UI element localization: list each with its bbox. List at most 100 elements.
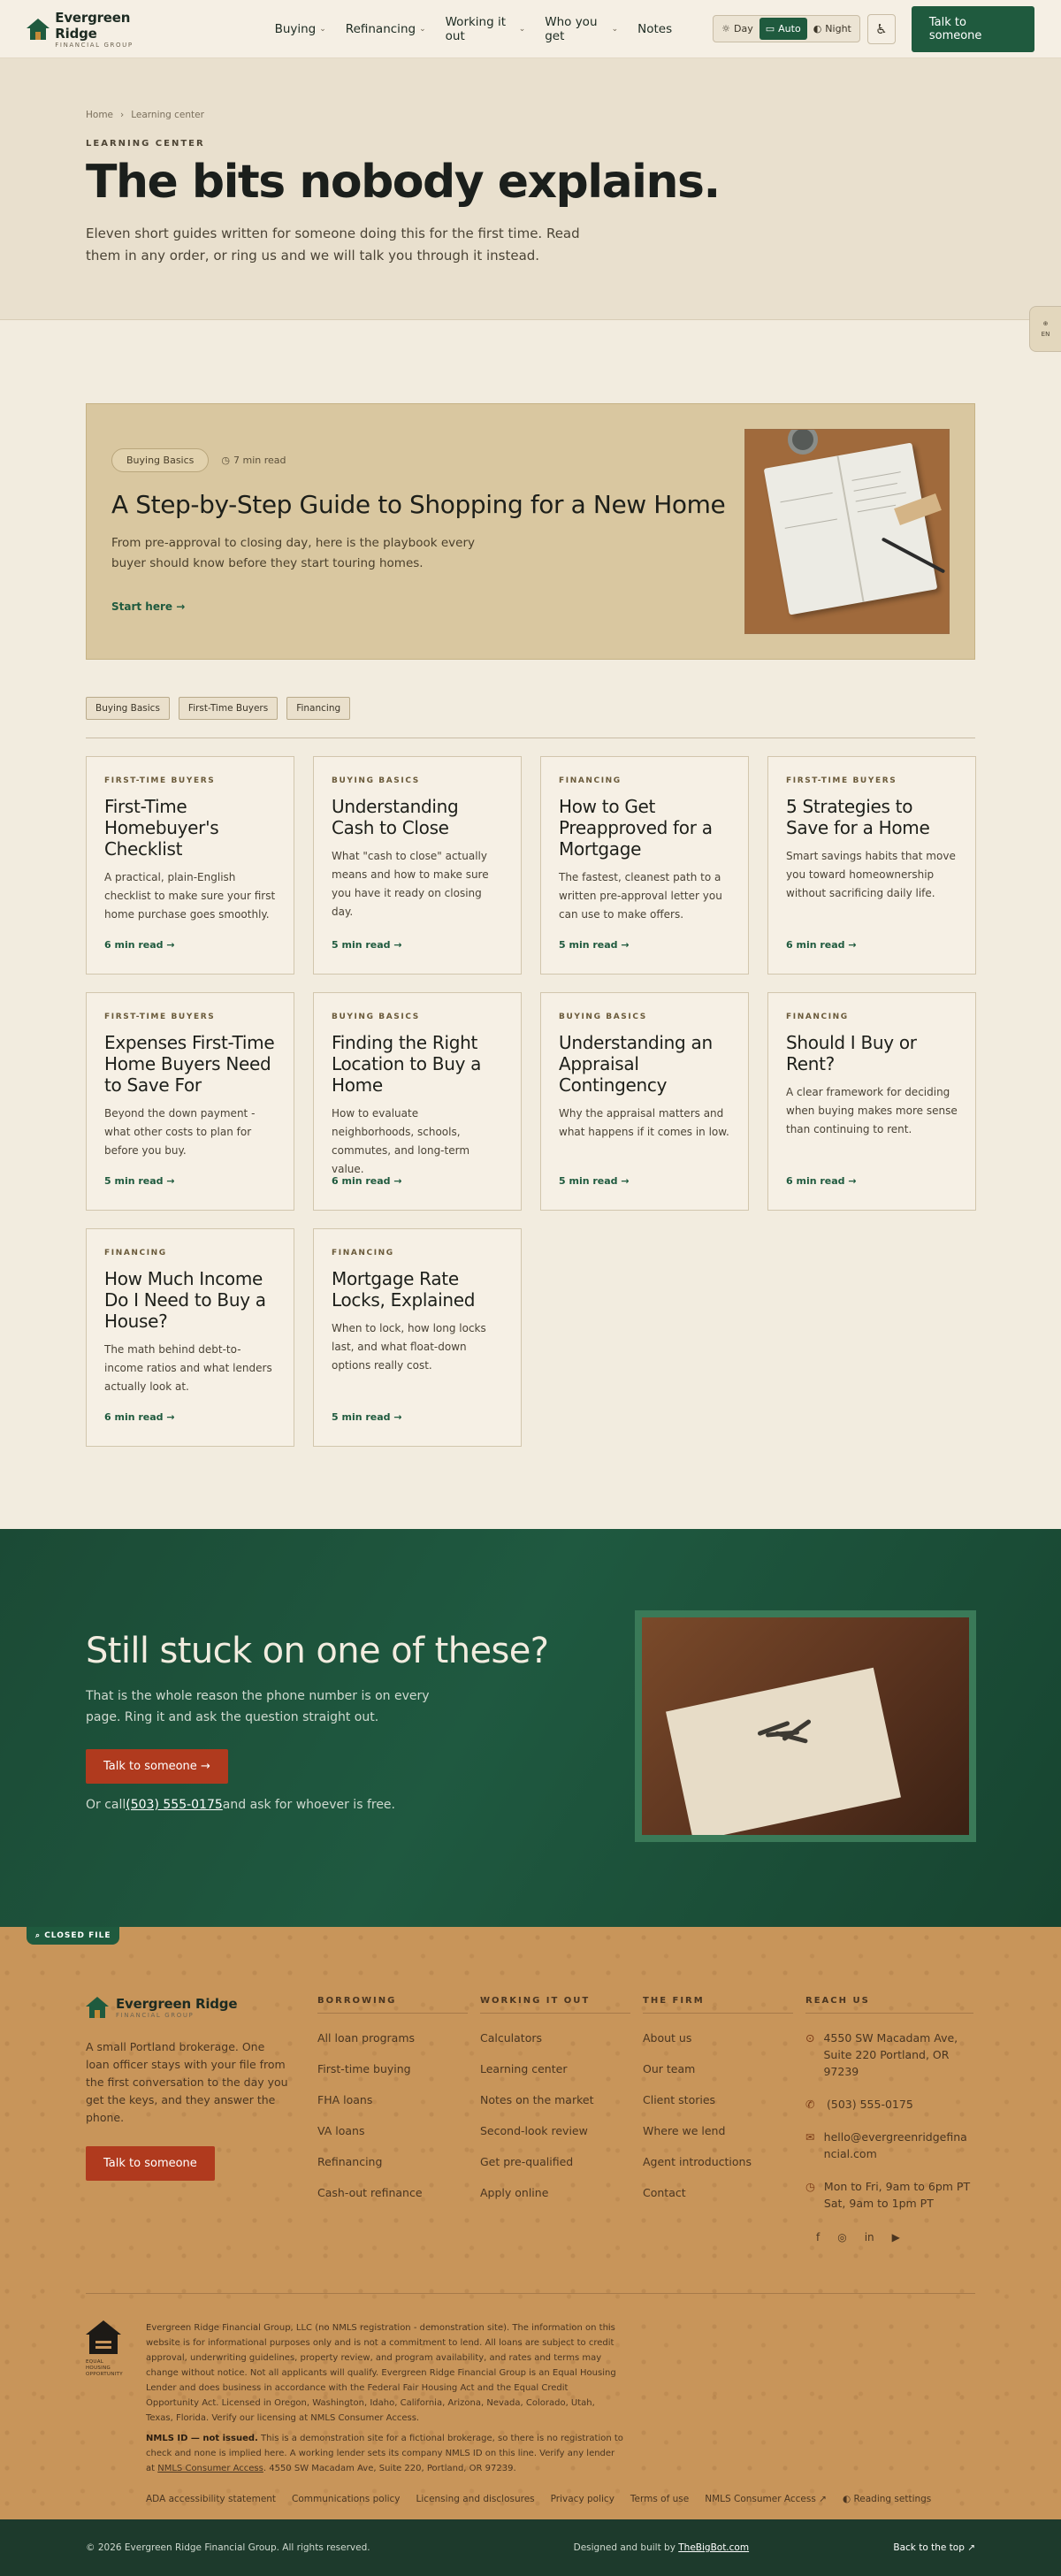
facebook-icon[interactable]: f bbox=[816, 2231, 820, 2243]
built-by-link[interactable]: TheBigBot.com bbox=[678, 2542, 749, 2553]
filter-buying-basics[interactable]: Buying Basics bbox=[86, 697, 170, 720]
article-card[interactable]: BUYING BASICS Understanding an Appraisal … bbox=[540, 992, 749, 1211]
footer-link[interactable]: All loan programs bbox=[317, 2031, 480, 2045]
theme-auto-button[interactable]: ▭ Auto bbox=[759, 18, 807, 40]
article-card[interactable]: FINANCING How to Get Preapproved for a Mo… bbox=[540, 756, 749, 975]
logo[interactable]: Evergreen Ridge FINANCIAL GROUP bbox=[27, 10, 169, 49]
read-link[interactable]: 5 min read → bbox=[332, 939, 402, 951]
email-text: hello@evergreenridgefinancial.com bbox=[823, 2130, 967, 2160]
youtube-icon[interactable]: ▶ bbox=[892, 2231, 900, 2243]
article-card[interactable]: BUYING BASICS Understanding Cash to Close… bbox=[313, 756, 522, 975]
article-summary: When to lock, how long locks last, and w… bbox=[332, 1322, 486, 1372]
language-side-tab[interactable]: ⊕ EN bbox=[1029, 306, 1061, 352]
footer-link[interactable]: Second-look review bbox=[480, 2124, 643, 2137]
read-link[interactable]: 5 min read → bbox=[332, 1411, 402, 1423]
nmls-consumer-access-link[interactable]: NMLS Consumer Access bbox=[157, 2464, 263, 2473]
talk-to-someone-button[interactable]: Talk to someone bbox=[911, 5, 1034, 52]
footer-link[interactable]: Refinancing bbox=[317, 2155, 480, 2168]
column-heading: THE FIRM bbox=[643, 1996, 793, 2014]
filter-financing[interactable]: Financing bbox=[286, 697, 351, 720]
article-category: BUYING BASICS bbox=[332, 776, 420, 785]
article-card[interactable]: BUYING BASICS Finding the Right Location … bbox=[313, 992, 522, 1211]
footer-link[interactable]: About us bbox=[643, 2031, 805, 2045]
read-link[interactable]: 6 min read → bbox=[786, 1175, 857, 1187]
privacy-link[interactable]: Privacy policy bbox=[551, 2494, 614, 2504]
ada-link[interactable]: ADA accessibility statement bbox=[146, 2494, 276, 2504]
read-link[interactable]: 6 min read → bbox=[104, 939, 175, 951]
read-link[interactable]: 5 min read → bbox=[104, 1175, 175, 1187]
footer-talk-button[interactable]: Talk to someone bbox=[86, 2146, 215, 2181]
article-card[interactable]: FINANCING Should I Buy or Rent? A clear fr… bbox=[767, 992, 976, 1211]
footer-link[interactable]: Calculators bbox=[480, 2031, 643, 2045]
footer-link[interactable]: First-time buying bbox=[317, 2062, 480, 2075]
phone[interactable]: ✆ (503) 555-0175 bbox=[805, 2096, 973, 2113]
footer-link[interactable]: Where we lend bbox=[643, 2124, 805, 2137]
footer-link[interactable]: FHA loans bbox=[317, 2093, 480, 2106]
footer-link[interactable]: Get pre-qualified bbox=[480, 2155, 643, 2168]
sun-icon: ☼ bbox=[721, 23, 730, 34]
footer-logo[interactable]: Evergreen Ridge FINANCIAL GROUP bbox=[86, 1996, 317, 2019]
email[interactable]: ✉ hello@evergreenridgefinancial.com bbox=[805, 2129, 973, 2162]
call-suffix: and ask for whoever is free. bbox=[222, 1798, 395, 1812]
breadcrumb-home[interactable]: Home bbox=[86, 110, 113, 120]
article-card[interactable]: FIRST-TIME BUYERS Expenses First-Time Hom… bbox=[86, 992, 294, 1211]
back-to-top-link[interactable]: Back to the top ↗ bbox=[893, 2542, 975, 2553]
read-link[interactable]: 6 min read → bbox=[104, 1411, 175, 1423]
article-title: Understanding Cash to Close bbox=[332, 796, 459, 838]
article-summary: A practical, plain-English checklist to … bbox=[104, 871, 276, 921]
built-by: Designed and built by TheBigBot.com bbox=[574, 2542, 749, 2553]
article-card[interactable]: FIRST-TIME BUYERS First-Time Homebuyer's … bbox=[86, 756, 294, 975]
nav-label: Who you get bbox=[545, 14, 598, 43]
theme-day-button[interactable]: ☼ Day bbox=[715, 18, 759, 40]
read-link[interactable]: 5 min read → bbox=[559, 1175, 630, 1187]
filter-first-time-buyers[interactable]: First-Time Buyers bbox=[178, 697, 279, 720]
featured-section: Buying Basics ◷ 7 min read A Step-by-Ste… bbox=[0, 320, 1061, 660]
footer-link[interactable]: Client stories bbox=[643, 2093, 805, 2106]
article-card[interactable]: FINANCING How Much Income Do I Need to Bu… bbox=[86, 1228, 294, 1447]
chevron-right-icon: › bbox=[120, 110, 125, 120]
footer-link[interactable]: Our team bbox=[643, 2062, 805, 2075]
reading-settings-link[interactable]: ◐ Reading settings bbox=[843, 2494, 931, 2504]
footer-link[interactable]: Contact bbox=[643, 2186, 805, 2199]
read-link[interactable]: 5 min read → bbox=[559, 939, 630, 951]
hero-intro: Eleven short guides written for someone … bbox=[86, 225, 580, 264]
instagram-icon[interactable]: ◎ bbox=[837, 2231, 846, 2243]
hours: ◷ Mon to Fri, 9am to 6pm PT Sat, 9am to 1… bbox=[805, 2178, 973, 2212]
theme-night-button[interactable]: ◐ Night bbox=[807, 18, 858, 40]
nav-working-it-out[interactable]: Working it out ⌄ bbox=[446, 15, 526, 43]
article-summary: How to evaluate neighborhoods, schools, … bbox=[332, 1107, 470, 1175]
article-card[interactable]: FIRST-TIME BUYERS 5 Strategies to Save fo… bbox=[767, 756, 976, 975]
footer-link[interactable]: Notes on the market bbox=[480, 2093, 643, 2106]
footer-link[interactable]: Apply online bbox=[480, 2186, 643, 2199]
arrow-right-icon: → bbox=[166, 939, 175, 951]
nav-buying[interactable]: Buying ⌄ bbox=[275, 15, 326, 43]
nmls-access-link[interactable]: NMLS Consumer Access ↗ bbox=[705, 2494, 827, 2504]
nav-refinancing[interactable]: Refinancing ⌄ bbox=[346, 15, 426, 43]
accessibility-icon: ♿ bbox=[875, 20, 888, 37]
arrow-right-icon: → bbox=[393, 1411, 402, 1423]
map-pin-icon: ⊙ bbox=[805, 2031, 815, 2045]
phone-link[interactable]: (503) 555-0175 bbox=[126, 1798, 223, 1812]
footer-link[interactable]: Cash-out refinance bbox=[317, 2186, 480, 2199]
accessibility-button[interactable]: ♿ bbox=[866, 13, 896, 44]
main-nav: Buying ⌄ Refinancing ⌄ Working it out ⌄ Who… bbox=[275, 15, 673, 43]
clock-icon: ◷ bbox=[805, 2180, 815, 2193]
linkedin-icon[interactable]: in bbox=[865, 2231, 874, 2243]
licensing-link[interactable]: Licensing and disclosures bbox=[416, 2494, 535, 2504]
footer-link[interactable]: Agent introductions bbox=[643, 2155, 805, 2168]
footer-link[interactable]: Learning center bbox=[480, 2062, 643, 2075]
copyright: © 2026 Evergreen Ridge Financial Group. … bbox=[86, 2542, 370, 2553]
nav-who-you-get[interactable]: Who you get ⌄ bbox=[545, 15, 618, 43]
communications-link[interactable]: Communications policy bbox=[292, 2494, 400, 2504]
terms-link[interactable]: Terms of use bbox=[630, 2494, 689, 2504]
nav-notes[interactable]: Notes bbox=[637, 15, 672, 43]
read-link[interactable]: 6 min read → bbox=[786, 939, 857, 951]
phone-icon: ✆ bbox=[805, 2098, 815, 2111]
talk-to-someone-button[interactable]: Talk to someone → bbox=[86, 1749, 228, 1784]
theme-label: Night bbox=[825, 23, 851, 34]
article-card[interactable]: FINANCING Mortgage Rate Locks, Explained W… bbox=[313, 1228, 522, 1447]
featured-card[interactable]: Buying Basics ◷ 7 min read A Step-by-Ste… bbox=[86, 403, 975, 660]
footer-link[interactable]: VA loans bbox=[317, 2124, 480, 2137]
start-here-link[interactable]: Start here → bbox=[111, 600, 744, 613]
read-link[interactable]: 6 min read → bbox=[332, 1175, 402, 1187]
